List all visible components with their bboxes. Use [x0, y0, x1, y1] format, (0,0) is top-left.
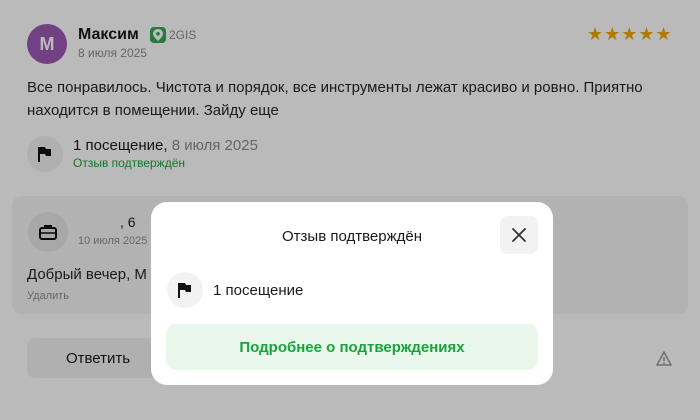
close-button[interactable] — [500, 216, 538, 254]
flag-icon — [167, 272, 203, 308]
modal-title: Отзыв подтверждён — [282, 228, 422, 245]
confirmation-modal: Отзыв подтверждён 1 посещение Подробнее … — [151, 202, 553, 385]
modal-visit-label: 1 посещение — [213, 281, 304, 299]
more-about-confirmations-button[interactable]: Подробнее о подтверждениях — [166, 324, 538, 370]
modal-visit-row: 1 посещение — [167, 272, 303, 308]
close-icon — [512, 228, 526, 242]
